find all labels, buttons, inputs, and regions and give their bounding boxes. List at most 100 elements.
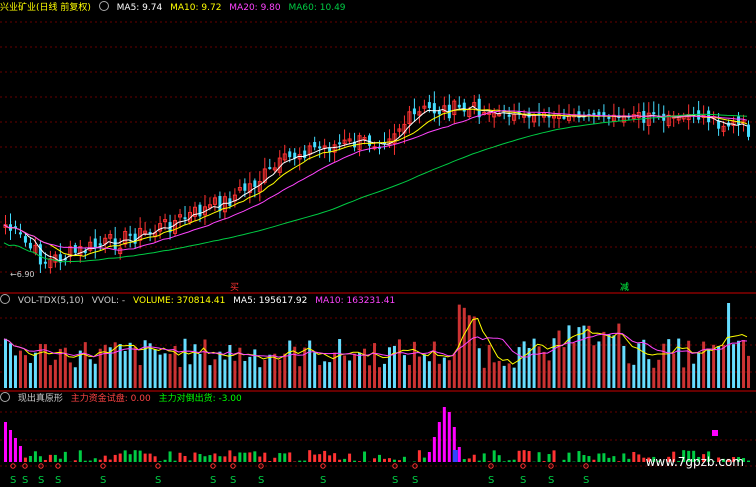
indicator-bar	[402, 456, 406, 462]
indicator-bar	[33, 451, 37, 462]
indicator-bar	[437, 422, 441, 462]
indicator-bar	[53, 454, 57, 462]
indicator-bar	[617, 461, 621, 462]
indicator-bar	[93, 458, 97, 462]
volume-bar	[737, 340, 741, 388]
volume-bar	[397, 339, 401, 388]
indicator-bar	[562, 459, 566, 462]
indicator-bar	[178, 452, 182, 462]
candle-body	[432, 103, 436, 114]
indicator-bar	[502, 461, 506, 462]
indicator-bar	[248, 452, 252, 462]
indicator-bar	[98, 459, 102, 462]
volume-bar	[612, 335, 616, 388]
indicator-bar	[288, 452, 292, 462]
indicator-panel-title[interactable]: 现出真原形	[18, 394, 63, 404]
buy-marker: 买	[230, 282, 239, 293]
indicator-bar	[602, 453, 606, 462]
candle-body	[427, 102, 431, 109]
indicator-bar	[592, 459, 596, 462]
indicator-bar	[587, 456, 591, 462]
indicator-bar	[482, 453, 486, 462]
ma5-label: MA5: 9.74	[116, 3, 163, 13]
volume-settings-gear-icon[interactable]	[0, 294, 10, 304]
volume-bar	[193, 344, 197, 388]
indicator-bar	[452, 450, 458, 462]
candle-body	[18, 232, 22, 235]
volume-bar	[323, 361, 327, 388]
volume-bar	[472, 316, 476, 388]
indicator-bar	[622, 453, 626, 462]
volume-panel-title[interactable]: VOL-TDX(5,10)	[18, 296, 84, 306]
volume-bar	[203, 339, 207, 388]
volume-bar	[243, 360, 247, 388]
indicator-bar	[83, 460, 87, 462]
indicator-bar	[323, 450, 327, 462]
s-marker: S	[392, 475, 398, 486]
volume-bar	[667, 339, 671, 388]
candle-body	[457, 104, 461, 108]
volume-bar	[78, 350, 82, 388]
volume-bar	[368, 365, 372, 388]
stock-chart-canvas: S S S S S S S S S S S S S S S S买减	[0, 21, 756, 486]
volume-bar	[417, 356, 421, 388]
indicator-bar	[472, 454, 476, 462]
indicator-bar	[18, 446, 22, 462]
indicator-bar	[253, 451, 257, 462]
volume-bar	[662, 343, 666, 388]
indicator-bar	[597, 453, 601, 462]
indicator-bar	[113, 454, 117, 462]
volume-bar	[672, 353, 676, 388]
candle-body	[93, 238, 97, 249]
indicator-bar	[447, 412, 451, 462]
candle-body	[437, 110, 441, 115]
volume-bar	[597, 341, 601, 388]
indicator-bar	[133, 450, 137, 462]
indicator-bar	[507, 460, 511, 462]
volume-bar	[378, 367, 381, 388]
indicator-bar	[188, 460, 192, 462]
main-panel-title[interactable]: 兴业矿业(日线 前复权)	[0, 3, 91, 13]
settings-gear-icon[interactable]	[98, 1, 109, 11]
volume-bar	[68, 362, 72, 388]
candle-body	[477, 98, 481, 118]
indicator-bar	[278, 453, 282, 462]
volume-bar	[512, 367, 516, 388]
candle-body	[507, 114, 511, 117]
s-marker: S	[548, 475, 554, 486]
volume-bar	[373, 343, 377, 388]
candle-body	[133, 233, 137, 244]
indicator-bar	[58, 458, 62, 462]
volume-bar	[328, 362, 332, 388]
indicator-bar	[88, 460, 92, 462]
volume-bar	[582, 325, 586, 388]
volume-bar	[343, 355, 347, 388]
indicator-bar	[183, 456, 187, 462]
volume-bar	[28, 362, 32, 388]
volume-bar	[163, 353, 167, 388]
volume-bar	[477, 348, 481, 388]
indicator-bar	[363, 451, 367, 462]
indicator-bar	[343, 458, 347, 462]
candle-body	[73, 245, 77, 253]
volume-label: VOLUME: 370814.41	[133, 296, 226, 306]
volume-bar	[627, 363, 631, 388]
candle-body	[747, 124, 751, 137]
indicator-settings-gear-icon[interactable]	[0, 392, 10, 402]
indicator-bar	[213, 453, 217, 462]
indicator-bar	[397, 460, 401, 462]
volume-bar	[642, 339, 646, 388]
volume-bar	[547, 360, 551, 388]
volume-bar	[577, 327, 581, 388]
indicator-bar	[607, 457, 611, 462]
volume-bar	[707, 349, 711, 388]
volume-bar	[293, 346, 297, 388]
reduce-marker: 减	[620, 281, 629, 293]
volume-bar	[218, 351, 222, 388]
candle-body	[253, 180, 257, 187]
indicator-bar	[387, 458, 391, 462]
volume-bar	[338, 339, 342, 388]
volume-ma5-label: MA5: 195617.92	[233, 296, 308, 306]
volume-bar	[702, 341, 706, 388]
volume-bar	[228, 344, 232, 388]
